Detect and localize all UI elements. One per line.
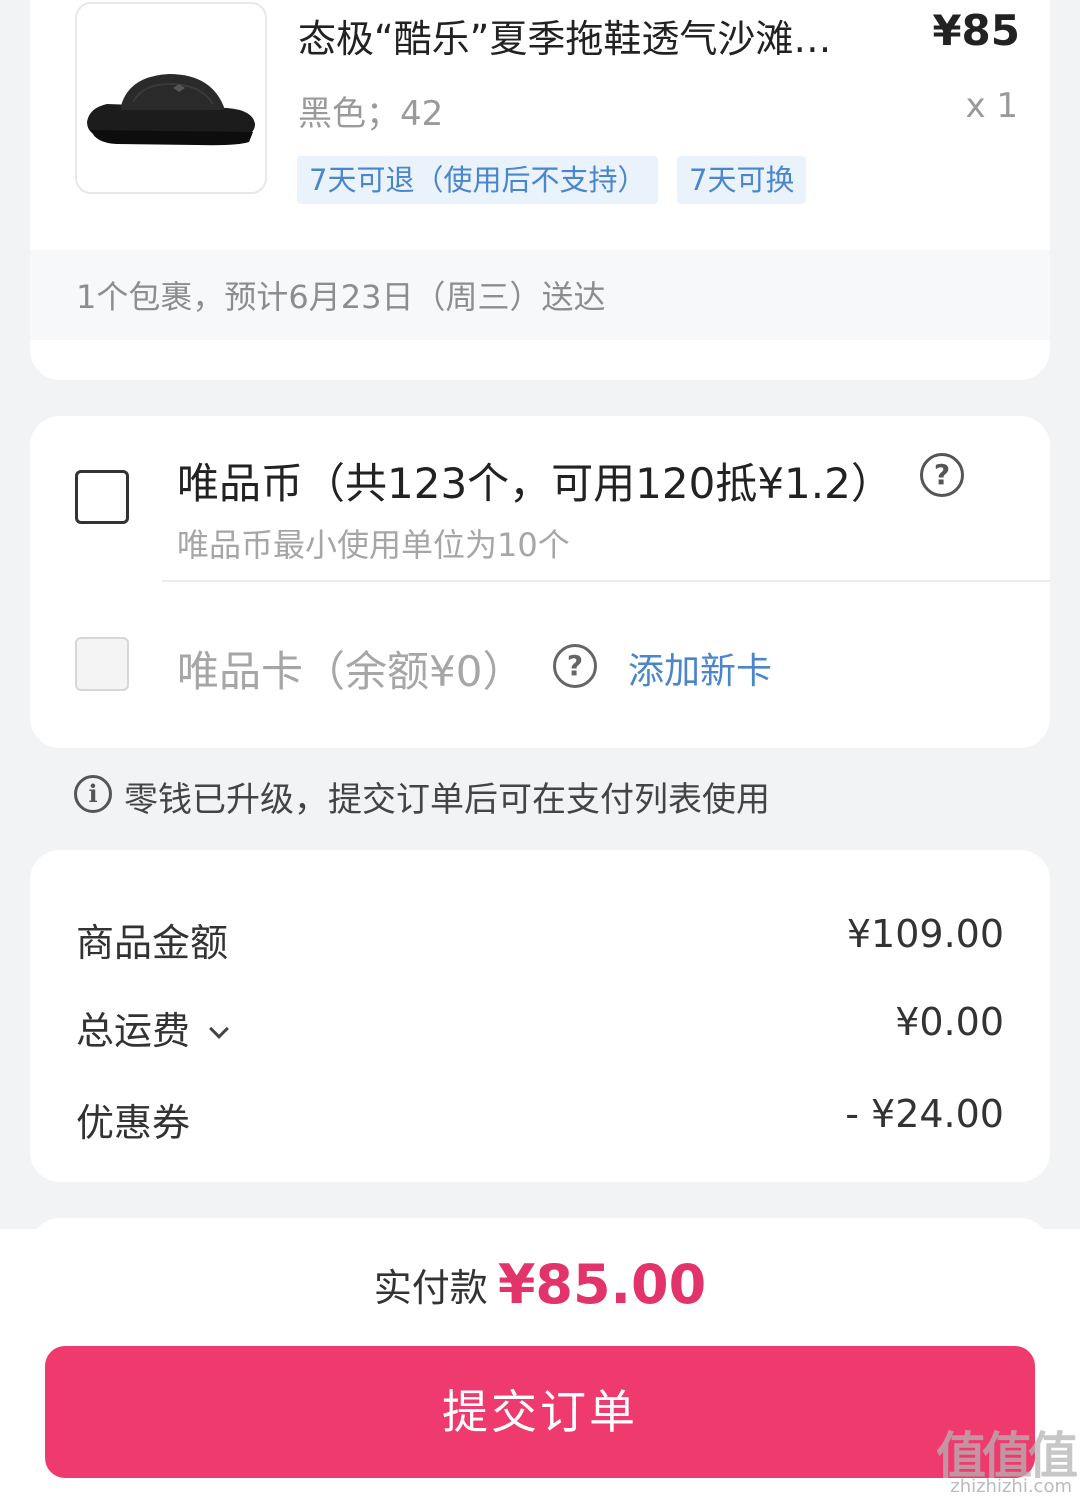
checkout-bar: 实付款 ¥85.00 提交订单 — [0, 1229, 1080, 1506]
delivery-text: 1个包裹，预计6月23日（周三）送达 — [76, 278, 606, 316]
watermark-site: zhizhizhi.com — [950, 1476, 1072, 1497]
submit-order-button[interactable]: 提交订单 — [45, 1346, 1035, 1478]
order-summary-card: 商品金额 ¥109.00 总运费 ¥0.00 优惠券 - ¥24.00 — [30, 850, 1050, 1182]
info-circle-icon: i — [74, 775, 112, 813]
payment-options-card: 唯品币（共123个，可用120抵¥1.2） ? 唯品币最小使用单位为10个 唯品… — [30, 416, 1050, 748]
shipping-fee-label: 总运费 — [76, 1009, 191, 1053]
wallet-notice-text: 零钱已升级，提交订单后可在支付列表使用 — [124, 780, 770, 820]
total-label: 实付款 — [373, 1266, 488, 1310]
question-circle-icon[interactable]: ? — [920, 453, 964, 497]
product-title[interactable]: 态极“酷乐”夏季拖鞋透气沙滩… — [298, 8, 868, 63]
coupon-value: - ¥24.00 — [845, 1092, 1004, 1136]
coupon-label: 优惠券 — [76, 1101, 191, 1145]
watermark: 值值值 zhizhizhi.com — [924, 1416, 1078, 1502]
return-policy-tag: 7天可退（使用后不支持） — [297, 156, 659, 204]
divider — [162, 580, 1050, 582]
vip-coin-title: 唯品币（共123个，可用120抵¥1.2） — [177, 459, 893, 508]
product-card: 态极“酷乐”夏季拖鞋透气沙滩… ¥85 黑色；42 x 1 7天可退（使用后不支… — [30, 0, 1050, 380]
vip-coin-subtitle: 唯品币最小使用单位为10个 — [177, 526, 570, 564]
exchange-policy-tag: 7天可换 — [677, 156, 807, 204]
delivery-estimate: 1个包裹，预计6月23日（周三）送达 — [30, 250, 1050, 340]
question-circle-icon[interactable]: ? — [553, 644, 597, 688]
product-item[interactable]: 态极“酷乐”夏季拖鞋透气沙滩… ¥85 黑色；42 x 1 7天可退（使用后不支… — [30, 0, 1050, 250]
shipping-fee-value: ¥0.00 — [895, 1000, 1004, 1044]
total-amount: ¥85.00 — [497, 1253, 707, 1316]
chevron-down-icon — [209, 1019, 229, 1039]
goods-amount-value: ¥109.00 — [846, 912, 1004, 956]
product-price: ¥85 — [932, 6, 1020, 55]
vip-card-title: 唯品卡（余额¥0） — [177, 647, 525, 696]
vip-card-checkbox[interactable] — [75, 637, 129, 691]
product-quantity: x 1 — [965, 86, 1018, 126]
product-spec: 黑色；42 — [298, 94, 444, 134]
goods-amount-label: 商品金额 — [76, 921, 229, 965]
shipping-fee-toggle[interactable]: 总运费 — [76, 1000, 229, 1055]
sandal-product-image — [87, 74, 255, 146]
total-payment: 实付款 ¥85.00 — [0, 1253, 1080, 1316]
add-new-card-link[interactable]: 添加新卡 — [628, 642, 772, 694]
product-image[interactable] — [75, 2, 267, 194]
vip-coin-checkbox[interactable] — [75, 470, 129, 524]
